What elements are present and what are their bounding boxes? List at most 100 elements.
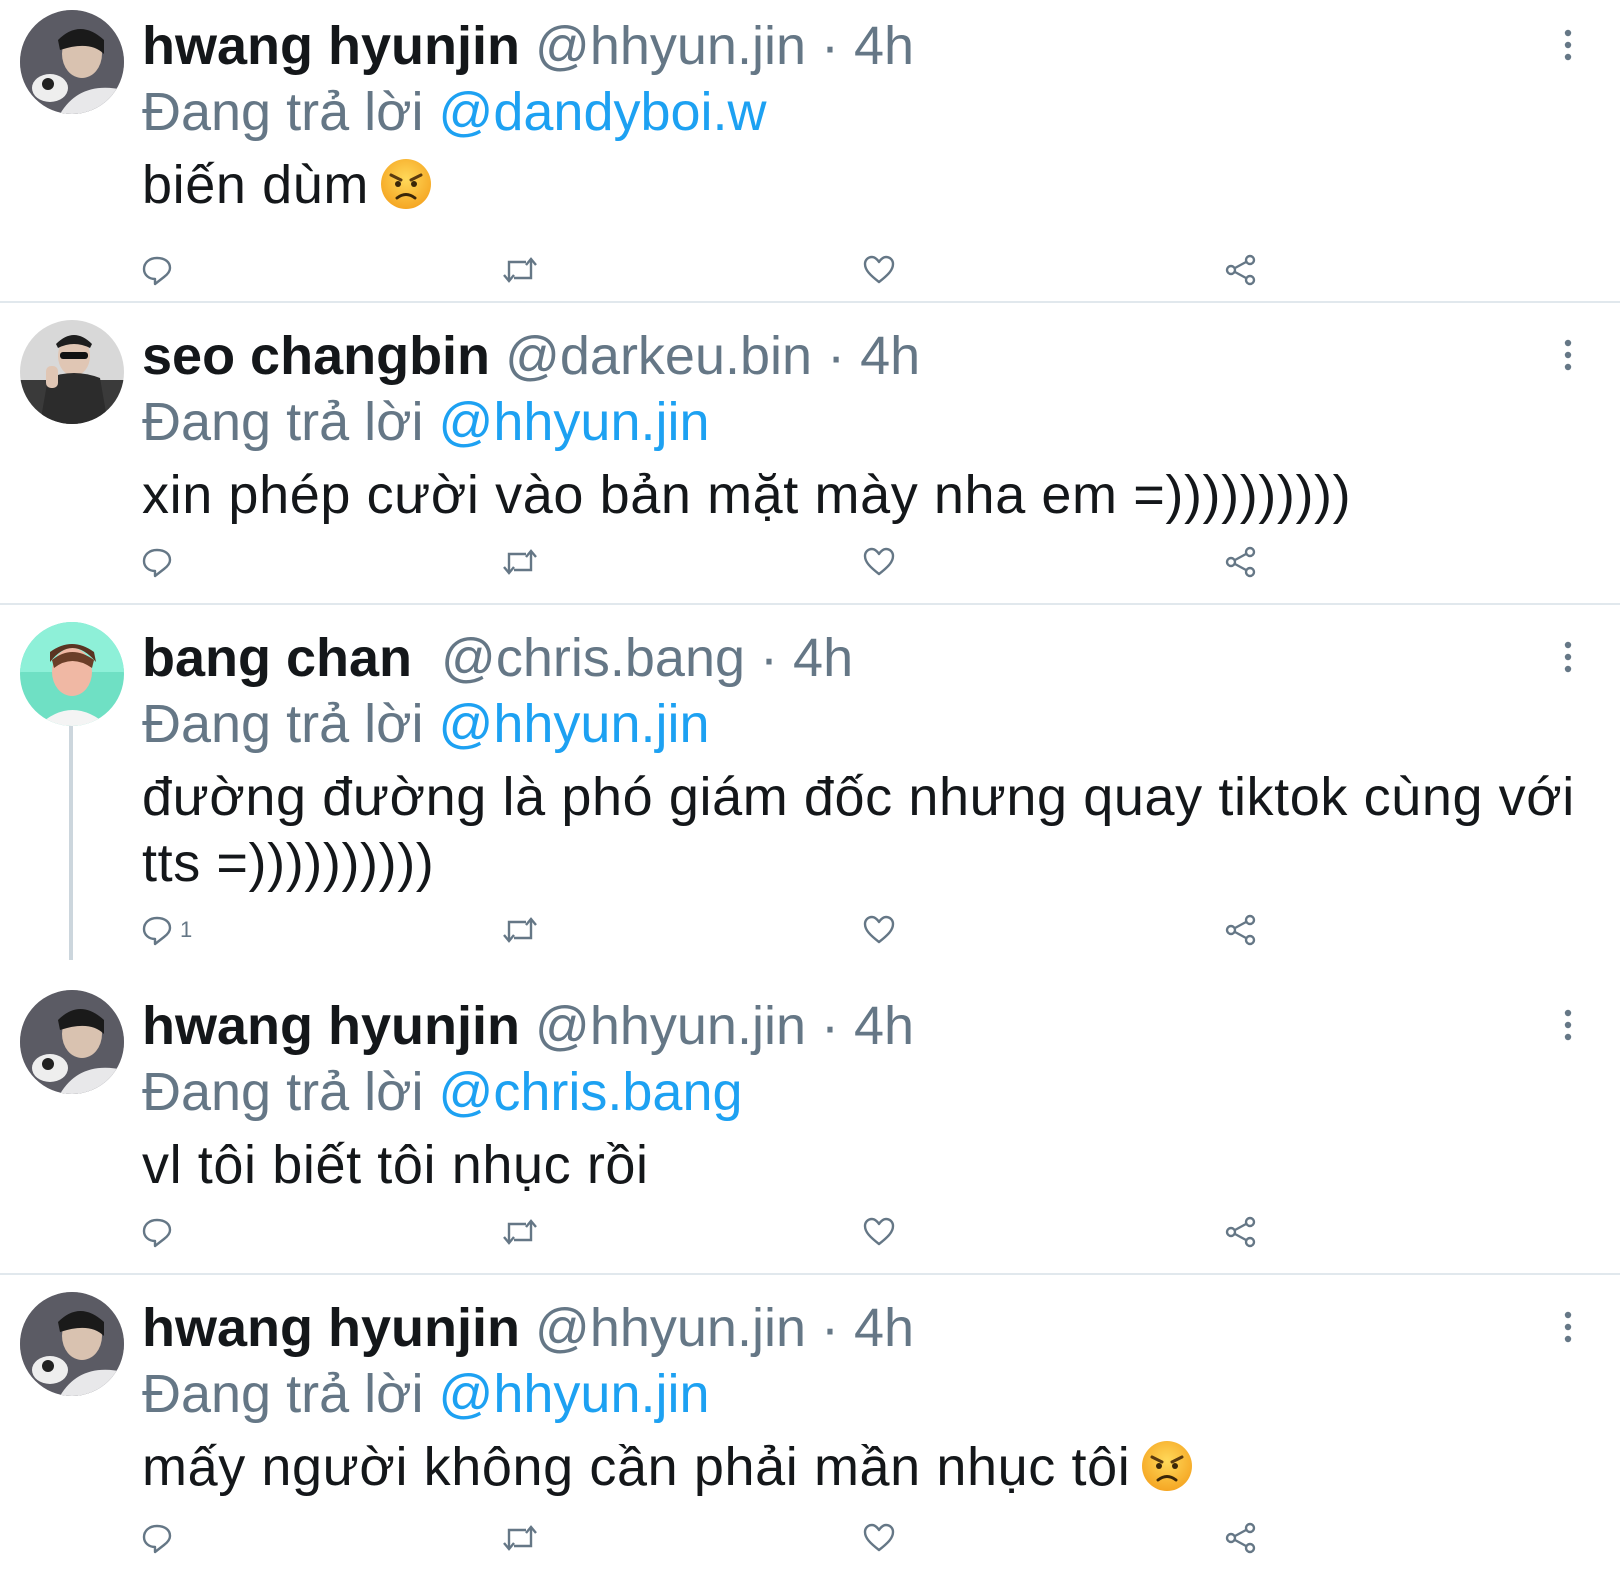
tweet-header: seo changbin @darkeu.bin · 4h <box>142 324 920 388</box>
display-name[interactable]: hwang hyunjin <box>142 996 520 1056</box>
replying-to: Đang trả lời @hhyun.jin <box>142 692 710 756</box>
share-icon <box>1225 1216 1256 1248</box>
reply-icon <box>142 1218 172 1248</box>
reply-icon <box>142 548 172 578</box>
replying-to-label: Đang trả lời <box>142 1062 424 1122</box>
replying-to: Đang trả lời @hhyun.jin <box>142 1362 710 1426</box>
reply-count: 1 <box>180 917 193 942</box>
reply-button[interactable]: 1 <box>140 910 192 950</box>
separator-dot: · <box>760 628 779 688</box>
action-bar <box>0 250 1620 290</box>
more-vertical-icon[interactable] <box>1560 1008 1576 1042</box>
separator-dot: · <box>821 996 839 1056</box>
share-button[interactable] <box>1224 1212 1258 1252</box>
avatar-hwang-hyunjin <box>20 1292 124 1396</box>
retweet-button[interactable] <box>500 910 540 950</box>
tweet-text-content: mấy người không cần phải mần nhục tôi <box>142 1437 1131 1497</box>
replying-to-label: Đang trả lời <box>142 1364 424 1424</box>
heart-icon <box>863 255 895 284</box>
tweet-text-content: biến dùm <box>142 155 369 215</box>
tweet[interactable]: hwang hyunjin @hhyun.jin · 4h Đang trả l… <box>0 0 1620 292</box>
reply-button[interactable] <box>140 542 180 582</box>
timestamp[interactable]: 4h <box>854 16 914 76</box>
reply-button[interactable] <box>140 1212 180 1252</box>
mention-link[interactable]: @chris.bang <box>439 1062 743 1122</box>
separator-dot: · <box>821 1298 839 1358</box>
separator-dot: · <box>827 326 846 386</box>
avatar-hwang-hyunjin <box>20 990 124 1094</box>
tweet-header: bang chan @chris.bang · 4h <box>142 626 853 690</box>
share-icon <box>1225 546 1256 578</box>
tweet[interactable]: hwang hyunjin @hhyun.jin · 4h Đang trả l… <box>0 1282 1620 1577</box>
handle[interactable]: @darkeu.bin <box>505 326 812 386</box>
like-button[interactable] <box>862 910 896 950</box>
tweet-text: mấy người không cần phải mần nhục tôi <box>142 1434 1582 1500</box>
share-button[interactable] <box>1224 910 1258 950</box>
avatar[interactable] <box>20 622 124 726</box>
heart-icon <box>863 547 895 576</box>
replying-to: Đang trả lời @chris.bang <box>142 1060 743 1124</box>
display-name[interactable]: bang chan <box>142 628 412 688</box>
replying-to-label: Đang trả lời <box>142 392 424 452</box>
more-vertical-icon[interactable] <box>1560 640 1576 674</box>
tweet-text: đường đường là phó giám đốc nhưng quay t… <box>142 764 1582 896</box>
mention-link[interactable]: @dandyboi.w <box>439 82 767 142</box>
reply-icon <box>142 916 172 946</box>
angry-face-emoji <box>1140 1439 1194 1493</box>
share-icon <box>1225 254 1256 286</box>
retweet-button[interactable] <box>500 1518 540 1558</box>
timestamp[interactable]: 4h <box>854 996 914 1056</box>
handle[interactable]: @hhyun.jin <box>535 1298 806 1358</box>
avatar[interactable] <box>20 1292 124 1396</box>
display-name[interactable]: seo changbin <box>142 326 490 386</box>
share-button[interactable] <box>1224 542 1258 582</box>
avatar[interactable] <box>20 320 124 424</box>
display-name[interactable]: hwang hyunjin <box>142 1298 520 1358</box>
replying-to: Đang trả lời @dandyboi.w <box>142 80 767 144</box>
like-button[interactable] <box>862 542 896 582</box>
handle[interactable]: @hhyun.jin <box>535 16 806 76</box>
tweet-header: hwang hyunjin @hhyun.jin · 4h <box>142 994 914 1058</box>
retweet-icon <box>503 257 537 283</box>
tweet-text: biến dùm <box>142 152 1582 218</box>
retweet-button[interactable] <box>500 542 540 582</box>
like-button[interactable] <box>862 1212 896 1252</box>
share-button[interactable] <box>1224 1518 1258 1558</box>
mention-link[interactable]: @hhyun.jin <box>439 694 710 754</box>
reply-icon <box>142 1524 172 1554</box>
mention-link[interactable]: @hhyun.jin <box>439 392 710 452</box>
avatar[interactable] <box>20 10 124 114</box>
separator-dot: · <box>821 16 839 76</box>
more-vertical-icon[interactable] <box>1560 338 1576 372</box>
tweet-header: hwang hyunjin @hhyun.jin · 4h <box>142 1296 914 1360</box>
tweet-divider <box>0 603 1620 605</box>
more-vertical-icon[interactable] <box>1560 28 1576 62</box>
tweet[interactable]: hwang hyunjin @hhyun.jin · 4h Đang trả l… <box>0 980 1620 1260</box>
reply-button[interactable] <box>140 1518 180 1558</box>
share-button[interactable] <box>1224 250 1258 290</box>
retweet-button[interactable] <box>500 250 540 290</box>
timestamp[interactable]: 4h <box>793 628 853 688</box>
tweet-divider <box>0 1273 1620 1275</box>
like-button[interactable] <box>862 1518 896 1558</box>
display-name[interactable]: hwang hyunjin <box>142 16 520 76</box>
timestamp[interactable]: 4h <box>860 326 920 386</box>
handle[interactable]: @chris.bang <box>441 628 745 688</box>
tweet[interactable]: bang chan @chris.bang · 4h Đang trả lời … <box>0 612 1620 972</box>
mention-link[interactable]: @hhyun.jin <box>439 1364 710 1424</box>
retweet-icon <box>503 917 537 943</box>
tweet-divider <box>0 301 1620 303</box>
more-vertical-icon[interactable] <box>1560 1310 1576 1344</box>
retweet-button[interactable] <box>500 1212 540 1252</box>
timestamp[interactable]: 4h <box>854 1298 914 1358</box>
tweet-text-content: vl tôi biết tôi nhục rồi <box>142 1135 649 1195</box>
avatar[interactable] <box>20 990 124 1094</box>
action-bar <box>0 542 1620 582</box>
avatar-bang-chan <box>20 622 124 726</box>
replying-to-label: Đang trả lời <box>142 694 424 754</box>
like-button[interactable] <box>862 250 896 290</box>
handle[interactable]: @hhyun.jin <box>535 996 806 1056</box>
tweet-text: vl tôi biết tôi nhục rồi <box>142 1132 1582 1198</box>
tweet[interactable]: seo changbin @darkeu.bin · 4h Đang trả l… <box>0 310 1620 590</box>
reply-button[interactable] <box>140 250 180 290</box>
